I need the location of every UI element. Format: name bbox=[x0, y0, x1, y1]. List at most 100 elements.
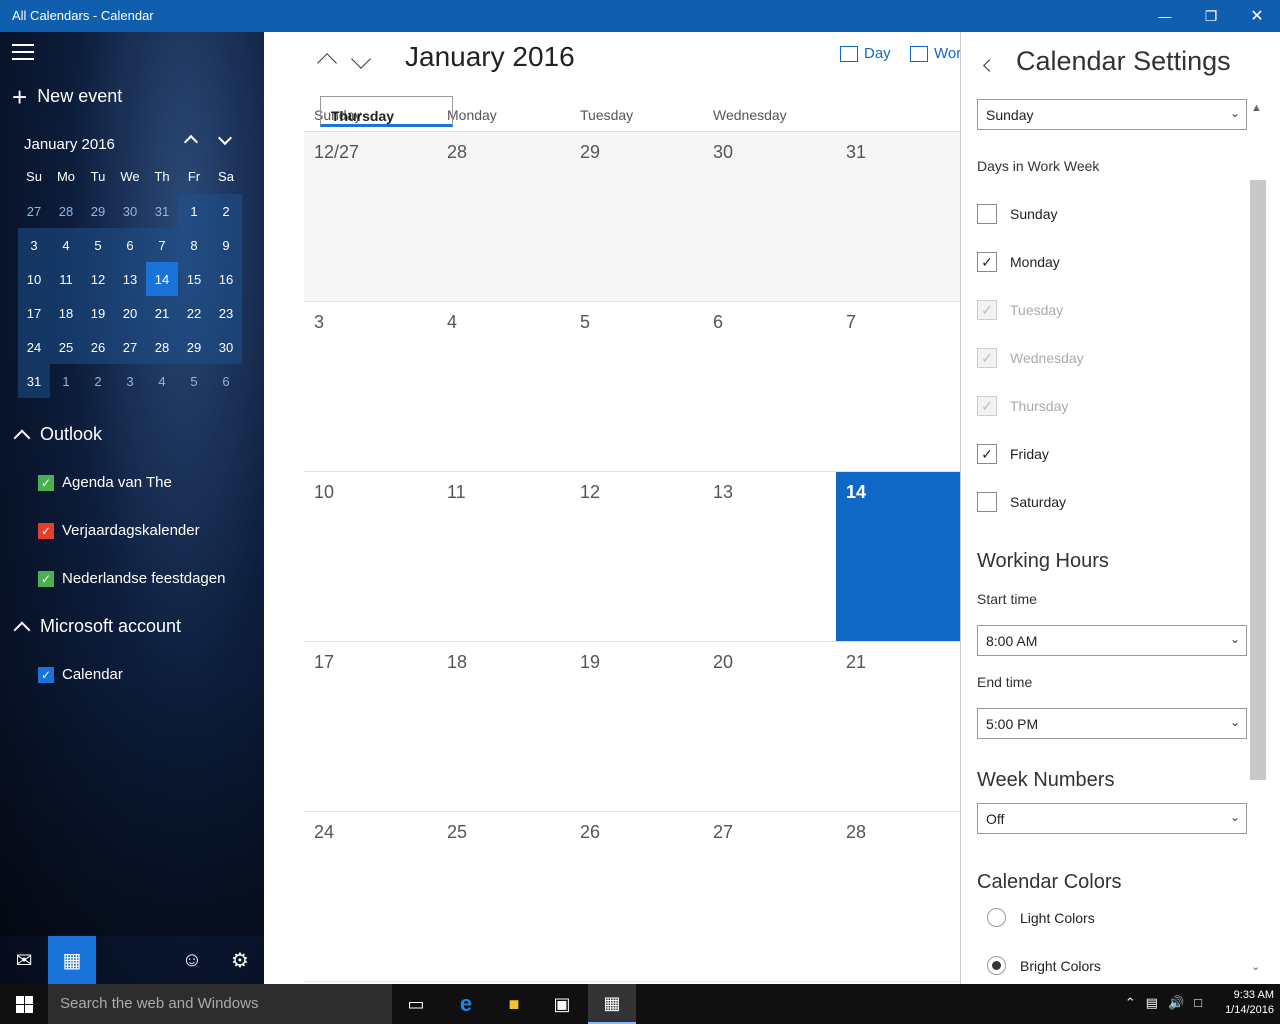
feedback-button[interactable]: ☺ bbox=[168, 936, 216, 984]
task-view-button[interactable]: ▭ bbox=[392, 984, 440, 1024]
mini-day[interactable]: 4 bbox=[50, 228, 82, 262]
day-cell[interactable]: 12/27 bbox=[304, 132, 437, 301]
day-cell[interactable]: 24 bbox=[304, 812, 437, 981]
day-cell[interactable]: 12 bbox=[570, 472, 703, 641]
workday-checkbox-sunday[interactable]: Sunday bbox=[977, 204, 1057, 224]
day-cell[interactable]: 3 bbox=[304, 302, 437, 471]
mini-day[interactable]: 12 bbox=[82, 262, 114, 296]
day-cell[interactable]: 31 bbox=[836, 132, 960, 301]
day-cell[interactable]: 28 bbox=[836, 812, 960, 981]
group-microsoft-account[interactable]: Microsoft account bbox=[12, 616, 181, 638]
day-cell[interactable]: 20 bbox=[703, 642, 836, 811]
mini-day[interactable]: 31 bbox=[146, 194, 178, 228]
calendar-button[interactable]: ▦ bbox=[48, 936, 96, 984]
clock[interactable]: 9:33 AM 1/14/2016 bbox=[1225, 988, 1274, 1018]
mini-day[interactable]: 22 bbox=[178, 296, 210, 330]
start-button[interactable] bbox=[0, 984, 48, 1024]
mini-day[interactable]: 17 bbox=[18, 296, 50, 330]
mini-day[interactable]: 18 bbox=[50, 296, 82, 330]
workday-checkbox-saturday[interactable]: Saturday bbox=[977, 492, 1066, 512]
mini-day[interactable]: 15 bbox=[178, 262, 210, 296]
day-cell[interactable]: 13 bbox=[703, 472, 836, 641]
mini-day[interactable]: 2 bbox=[210, 194, 242, 228]
view-workweek-button[interactable]: Wor bbox=[910, 45, 960, 62]
day-cell[interactable]: 17 bbox=[304, 642, 437, 811]
store-button[interactable]: ▣ bbox=[538, 984, 586, 1024]
mini-day[interactable]: 13 bbox=[114, 262, 146, 296]
day-cell[interactable]: 6 bbox=[703, 302, 836, 471]
network-icon[interactable]: ▤ bbox=[1146, 995, 1158, 1011]
week-numbers-select[interactable]: Off ⌄ bbox=[977, 803, 1247, 834]
mini-next-month-button[interactable] bbox=[217, 130, 233, 146]
day-cell[interactable]: 27 bbox=[703, 812, 836, 981]
mini-day[interactable]: 7 bbox=[146, 228, 178, 262]
mini-day[interactable]: 31 bbox=[18, 364, 50, 398]
calendar-item-agenda[interactable]: ✓ Agenda van The bbox=[38, 474, 172, 491]
mini-day[interactable]: 4 bbox=[146, 364, 178, 398]
mini-day[interactable]: 29 bbox=[82, 194, 114, 228]
workday-checkbox-friday[interactable]: ✓ Friday bbox=[977, 444, 1049, 464]
day-cell[interactable]: 30 bbox=[703, 132, 836, 301]
day-cell[interactable]: 5 bbox=[570, 302, 703, 471]
mini-day[interactable]: 6 bbox=[114, 228, 146, 262]
day-cell[interactable]: 4 bbox=[437, 302, 570, 471]
mini-day[interactable]: 10 bbox=[18, 262, 50, 296]
group-outlook[interactable]: Outlook bbox=[12, 424, 102, 446]
chevron-up-icon[interactable]: ⌃ bbox=[1125, 995, 1136, 1011]
hamburger-menu-icon[interactable] bbox=[12, 44, 34, 60]
next-month-button[interactable] bbox=[351, 46, 371, 76]
calendar-taskbar-button[interactable]: ▦ bbox=[588, 984, 636, 1024]
notifications-icon[interactable]: □ bbox=[1194, 995, 1202, 1011]
mini-day[interactable]: 23 bbox=[210, 296, 242, 330]
calendar-item-verjaardag[interactable]: ✓ Verjaardagskalender bbox=[38, 522, 200, 539]
day-cell[interactable]: 10 bbox=[304, 472, 437, 641]
mini-day[interactable]: 19 bbox=[82, 296, 114, 330]
day-cell[interactable]: 19 bbox=[570, 642, 703, 811]
checkbox-icon[interactable]: ✓ bbox=[38, 666, 54, 683]
mini-day[interactable]: 6 bbox=[210, 364, 242, 398]
mini-day[interactable]: 1 bbox=[178, 194, 210, 228]
mini-prev-month-button[interactable] bbox=[183, 134, 199, 150]
scroll-down-button[interactable]: ⌄ bbox=[1251, 960, 1260, 973]
mini-day[interactable]: 3 bbox=[18, 228, 50, 262]
mini-day[interactable]: 3 bbox=[114, 364, 146, 398]
mini-day[interactable]: 5 bbox=[82, 228, 114, 262]
mini-day[interactable]: 28 bbox=[146, 330, 178, 364]
day-cell[interactable]: 18 bbox=[437, 642, 570, 811]
mini-day[interactable]: 2 bbox=[82, 364, 114, 398]
mini-day[interactable]: 5 bbox=[178, 364, 210, 398]
radio-bright-colors[interactable]: Bright Colors bbox=[987, 956, 1101, 975]
mini-day[interactable]: 11 bbox=[50, 262, 82, 296]
mini-day[interactable]: 25 bbox=[50, 330, 82, 364]
file-explorer-button[interactable]: ■ bbox=[490, 984, 538, 1024]
start-time-select[interactable]: 8:00 AM ⌄ bbox=[977, 625, 1247, 656]
restore-button[interactable]: ❐ bbox=[1188, 0, 1234, 32]
close-button[interactable]: ✕ bbox=[1234, 0, 1280, 32]
mini-day[interactable]: 26 bbox=[82, 330, 114, 364]
mini-day[interactable]: 29 bbox=[178, 330, 210, 364]
mini-day[interactable]: 30 bbox=[210, 330, 242, 364]
day-cell[interactable]: 29 bbox=[570, 132, 703, 301]
mini-day[interactable]: 24 bbox=[18, 330, 50, 364]
mini-day[interactable]: 8 bbox=[178, 228, 210, 262]
day-cell[interactable]: 21 bbox=[836, 642, 960, 811]
volume-icon[interactable]: 🔊 bbox=[1168, 995, 1184, 1011]
settings-scrollbar-thumb[interactable] bbox=[1250, 180, 1266, 780]
checkbox-icon[interactable]: ✓ bbox=[38, 474, 54, 491]
day-cell[interactable]: 25 bbox=[437, 812, 570, 981]
minimize-button[interactable]: — bbox=[1142, 0, 1188, 32]
mini-day[interactable]: 27 bbox=[114, 330, 146, 364]
day-cell[interactable]: 7 bbox=[836, 302, 960, 471]
mini-day[interactable]: 20 bbox=[114, 296, 146, 330]
day-cell[interactable]: 11 bbox=[437, 472, 570, 641]
mini-day[interactable]: 9 bbox=[210, 228, 242, 262]
checkbox-icon[interactable]: ✓ bbox=[38, 570, 54, 587]
mini-day[interactable]: 27 bbox=[18, 194, 50, 228]
mini-day[interactable]: 1 bbox=[50, 364, 82, 398]
edge-button[interactable]: e bbox=[442, 984, 490, 1024]
taskbar-search-box[interactable]: Search the web and Windows bbox=[48, 984, 392, 1024]
workday-checkbox-monday[interactable]: ✓ Monday bbox=[977, 252, 1060, 272]
scroll-up-button[interactable]: ▲ bbox=[1251, 102, 1262, 114]
view-day-button[interactable]: Day bbox=[840, 45, 891, 62]
day-cell[interactable]: 14 bbox=[836, 472, 960, 641]
